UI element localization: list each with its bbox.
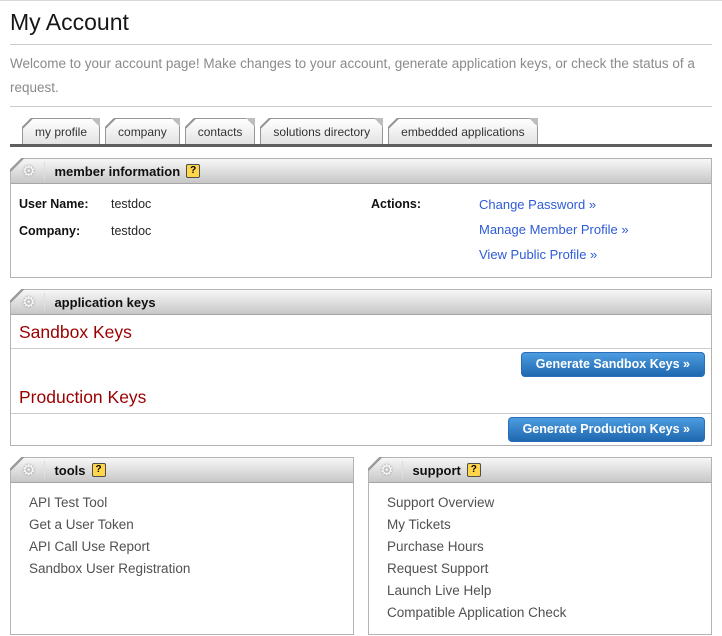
support-list: Support Overview My Tickets Purchase Hou… [369,483,711,634]
tools-panel: ⚙ tools ? API Test Tool Get a User Token… [10,457,354,635]
tab-company[interactable]: company [105,118,180,144]
actions-label: Actions: [371,197,479,262]
tab-bar: my profile company contacts solutions di… [10,118,712,147]
tools-list: API Test Tool Get a User Token API Call … [11,483,353,590]
company-value: testdoc [111,224,151,238]
welcome-text: Welcome to your account page! Make chang… [10,45,712,106]
company-label: Company: [19,224,111,238]
tab-embedded-applications[interactable]: embedded applications [388,118,537,144]
production-keys-button-row: Generate Production Keys » [11,413,711,445]
help-icon[interactable]: ? [467,463,481,477]
change-password-link[interactable]: Change Password » [479,197,629,212]
support-title: support [412,463,460,478]
sandbox-keys-heading: Sandbox Keys [11,315,711,348]
api-call-use-report-link[interactable]: API Call Use Report [29,536,345,558]
gear-icon: ⚙ [380,461,393,479]
company-row: Company: testdoc [19,224,371,238]
launch-live-help-link[interactable]: Launch Live Help [387,580,703,602]
manage-member-profile-link[interactable]: Manage Member Profile » [479,222,629,237]
support-header: ⚙ support ? [369,458,711,483]
member-information-header: ⚙ member information ? [11,159,711,184]
support-panel: ⚙ support ? Support Overview My Tickets … [368,457,712,635]
gear-icon: ⚙ [22,293,35,311]
purchase-hours-link[interactable]: Purchase Hours [387,536,703,558]
header-divider [44,461,45,479]
header-divider [402,461,403,479]
generate-sandbox-keys-button[interactable]: Generate Sandbox Keys » [521,352,705,377]
user-name-label: User Name: [19,197,111,211]
user-name-value: testdoc [111,197,151,211]
api-test-tool-link[interactable]: API Test Tool [29,492,345,514]
tab-solutions-directory[interactable]: solutions directory [260,118,383,144]
application-keys-panel: ⚙ application keys Sandbox Keys Generate… [10,289,712,446]
sandbox-user-registration-link[interactable]: Sandbox User Registration [29,558,345,580]
production-keys-heading: Production Keys [11,380,711,413]
get-a-user-token-link[interactable]: Get a User Token [29,514,345,536]
support-overview-link[interactable]: Support Overview [387,492,703,514]
divider [10,106,712,107]
header-divider [44,293,45,311]
tools-header: ⚙ tools ? [11,458,353,483]
tab-my-profile[interactable]: my profile [22,118,100,144]
compatible-application-check-link[interactable]: Compatible Application Check [387,602,703,624]
application-keys-title: application keys [54,295,155,310]
tab-contacts[interactable]: contacts [185,118,256,144]
gear-icon: ⚙ [22,162,35,180]
member-information-title: member information [54,164,180,179]
header-divider [44,162,45,180]
page-title: My Account [10,1,712,44]
user-name-row: User Name: testdoc [19,197,371,211]
gear-icon: ⚙ [22,461,35,479]
member-information-panel: ⚙ member information ? User Name: testdo… [10,158,712,278]
request-support-link[interactable]: Request Support [387,558,703,580]
sandbox-keys-button-row: Generate Sandbox Keys » [11,348,711,380]
generate-production-keys-button[interactable]: Generate Production Keys » [508,417,705,442]
application-keys-header: ⚙ application keys [11,290,711,315]
member-information-body: User Name: testdoc Company: testdoc Acti… [11,184,711,277]
view-public-profile-link[interactable]: View Public Profile » [479,247,629,262]
tools-title: tools [54,463,85,478]
my-tickets-link[interactable]: My Tickets [387,514,703,536]
help-icon[interactable]: ? [186,164,200,178]
help-icon[interactable]: ? [92,463,106,477]
